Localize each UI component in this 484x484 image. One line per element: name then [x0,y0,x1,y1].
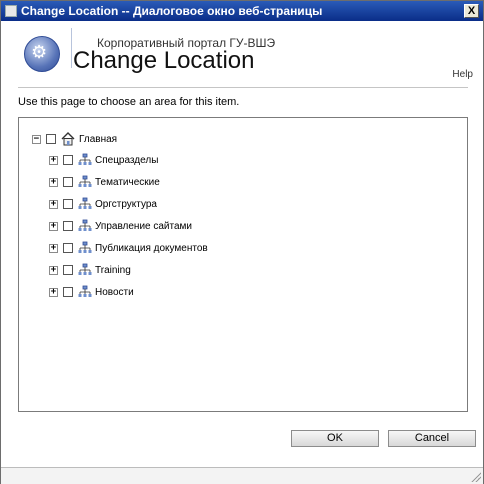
header-divider [71,28,72,68]
instructions-text: Use this page to choose an area for this… [18,96,240,108]
tree-node-label[interactable]: Публикация документов [95,243,208,254]
tree-node-label[interactable]: Новости [95,287,134,298]
home-icon [61,132,75,146]
page-title: Change Location [73,47,255,74]
tree-root-checkbox[interactable] [46,134,56,144]
close-button[interactable]: X [464,4,479,18]
tree-node-label[interactable]: Спецразделы [95,155,158,166]
dialog-window: Change Location -- Диалоговое окно веб-с… [0,0,484,484]
collapse-icon[interactable]: − [32,135,41,144]
site-hierarchy-icon [78,263,92,275]
site-hierarchy-icon [78,241,92,253]
window-title: Change Location -- Диалоговое окно веб-с… [21,4,323,18]
window-icon [5,5,17,17]
tree-node-label[interactable]: Тематические [95,177,160,188]
tree-node-checkbox[interactable] [63,199,73,209]
tree-node-label[interactable]: Training [95,265,131,276]
cancel-button[interactable]: Cancel [388,430,476,447]
ok-button[interactable]: OK [291,430,379,447]
site-hierarchy-icon [78,285,92,297]
site-hierarchy-icon [78,197,92,209]
tree-node-label[interactable]: Управление сайтами [95,221,192,232]
tree-node-checkbox[interactable] [63,265,73,275]
expand-icon[interactable]: + [49,156,58,165]
expand-icon[interactable]: + [49,200,58,209]
expand-icon[interactable]: + [49,288,58,297]
site-hierarchy-icon [78,219,92,231]
status-bar [1,467,483,484]
tree-node-checkbox[interactable] [63,177,73,187]
site-hierarchy-icon [78,175,92,187]
location-tree-panel[interactable]: − Главная + Спецразделы + Тематические +… [18,117,468,412]
expand-icon[interactable]: + [49,266,58,275]
portal-logo-icon: ⚙ [24,36,60,72]
resize-grip-icon[interactable] [471,472,481,482]
tree-node-checkbox[interactable] [63,287,73,297]
tree-node-checkbox[interactable] [63,155,73,165]
tree-root-label[interactable]: Главная [79,134,117,145]
expand-icon[interactable]: + [49,222,58,231]
site-hierarchy-icon [78,153,92,165]
expand-icon[interactable]: + [49,244,58,253]
help-link[interactable]: Help [452,69,473,80]
expand-icon[interactable]: + [49,178,58,187]
gear-icon: ⚙ [31,42,48,63]
title-bar[interactable]: Change Location -- Диалоговое окно веб-с… [1,1,483,21]
tree-node-checkbox[interactable] [63,243,73,253]
tree-node-label[interactable]: Оргструктура [95,199,157,210]
header-separator [18,87,468,88]
tree-node-checkbox[interactable] [63,221,73,231]
